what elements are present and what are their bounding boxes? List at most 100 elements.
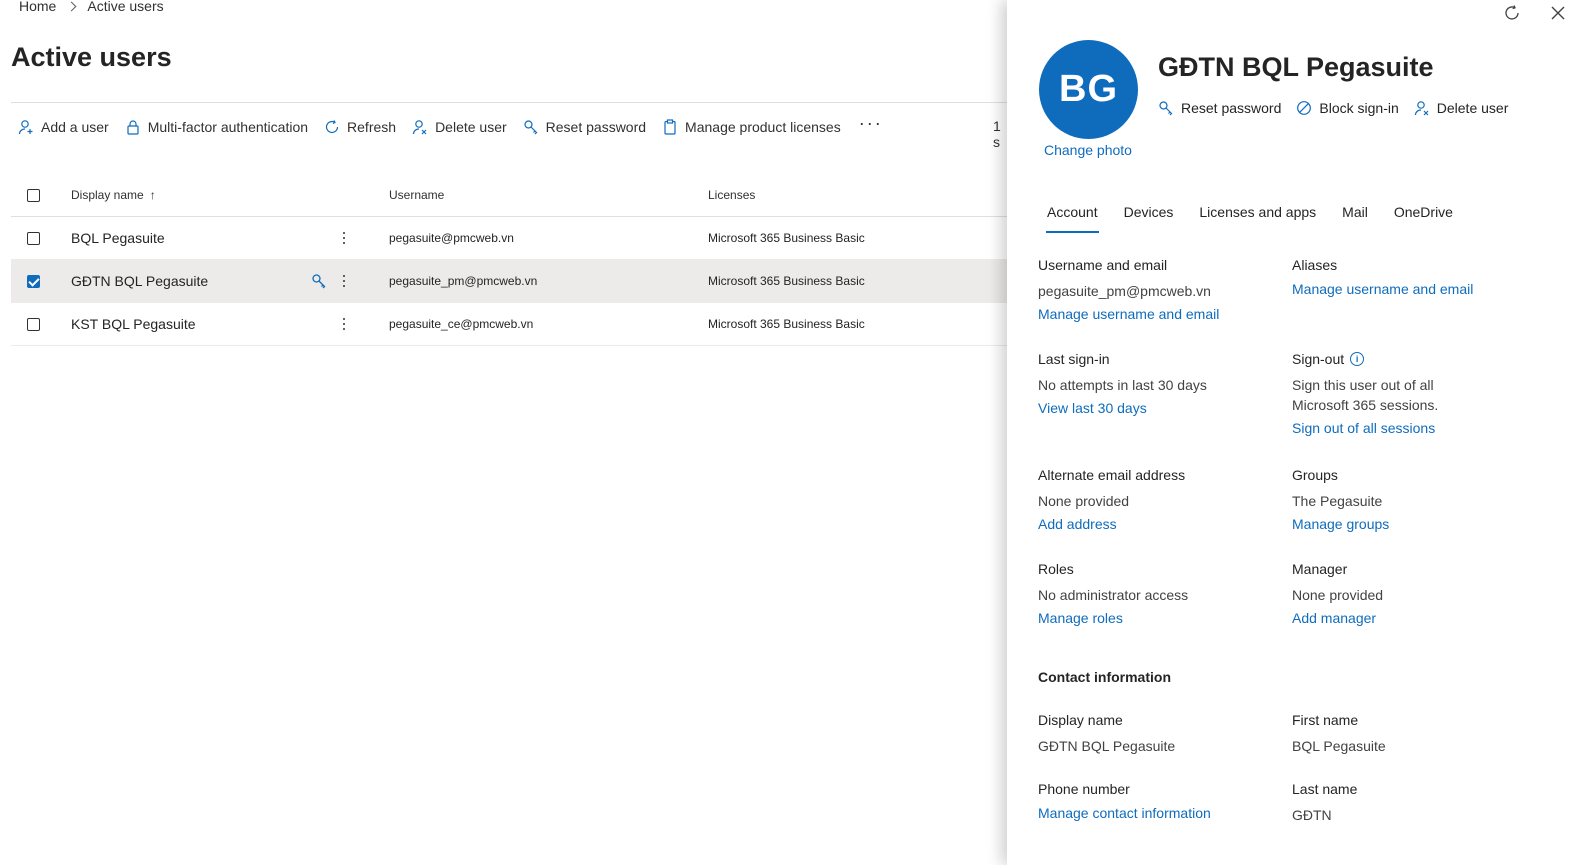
manage-contact-info-link[interactable]: Manage contact information — [1038, 805, 1278, 821]
panel-reset-password-button[interactable]: Reset password — [1158, 100, 1281, 116]
change-photo-link[interactable]: Change photo — [1044, 142, 1132, 158]
refresh-icon[interactable] — [1503, 4, 1521, 22]
last-signin-field: Last sign-in No attempts in last 30 days… — [1038, 351, 1278, 416]
mfa-button[interactable]: Multi-factor authentication — [125, 119, 308, 135]
breadcrumb: Home Active users — [19, 0, 164, 14]
row-display-name: GĐTN BQL Pegasuite — [71, 273, 389, 289]
more-options-icon[interactable] — [343, 232, 346, 244]
main-content: Home Active users Active users Add a use… — [0, 0, 1010, 865]
aliases-field: Aliases Manage username and email — [1292, 257, 1532, 297]
delete-user-button[interactable]: Delete user — [412, 119, 507, 135]
user-actions: Reset password Block sign-in Delete user — [1158, 100, 1523, 116]
last-name-field: Last name GĐTN — [1292, 781, 1532, 830]
row-check-cell — [11, 317, 71, 331]
breadcrumb-current: Active users — [87, 0, 164, 14]
row-checkbox[interactable] — [27, 317, 40, 331]
field-label: Aliases — [1292, 257, 1338, 273]
manage-username-link[interactable]: Manage username and email — [1038, 306, 1278, 322]
refresh-label: Refresh — [347, 119, 397, 135]
block-icon — [1297, 101, 1312, 115]
remove-person-icon — [412, 120, 427, 135]
close-icon[interactable] — [1551, 6, 1565, 20]
row-checkbox[interactable] — [27, 231, 40, 245]
field-label: Username and email — [1038, 257, 1168, 273]
column-header-display-name[interactable]: Display name ↑ — [71, 188, 389, 202]
refresh-icon — [325, 120, 339, 134]
field-value: GĐTN BQL Pegasuite — [1038, 738, 1176, 754]
user-display-name[interactable]: KST BQL Pegasuite — [71, 316, 196, 332]
manage-roles-link[interactable]: Manage roles — [1038, 610, 1278, 626]
sign-out-all-sessions-link[interactable]: Sign out of all sessions — [1292, 420, 1442, 436]
field-value: None provided — [1292, 587, 1384, 603]
user-display-name[interactable]: GĐTN BQL Pegasuite — [71, 273, 208, 289]
tab-account[interactable]: Account — [1046, 204, 1099, 233]
add-user-button[interactable]: Add a user — [18, 119, 109, 135]
divider — [11, 102, 1010, 103]
refresh-button[interactable]: Refresh — [324, 119, 396, 135]
table-row[interactable]: GĐTN BQL Pegasuite pegasuite_pm@pmcweb.v… — [11, 260, 1010, 303]
panel-controls — [1503, 4, 1565, 22]
username-email-field: Username and email pegasuite_pm@pmcweb.v… — [1038, 257, 1278, 322]
first-name-field: First name BQL Pegasuite — [1292, 712, 1532, 761]
avatar[interactable]: BG — [1039, 40, 1138, 139]
manage-licenses-button[interactable]: Manage product licenses — [662, 119, 841, 135]
panel-tabs: Account Devices Licenses and apps Mail O… — [1046, 204, 1479, 233]
add-address-link[interactable]: Add address — [1038, 516, 1278, 532]
tab-onedrive[interactable]: OneDrive — [1394, 204, 1453, 230]
field-value: No attempts in last 30 days — [1038, 377, 1207, 393]
display-name-header-label: Display name — [71, 188, 144, 202]
manage-aliases-link[interactable]: Manage username and email — [1292, 281, 1532, 297]
tab-licenses-and-apps[interactable]: Licenses and apps — [1199, 204, 1316, 230]
key-icon — [1159, 101, 1173, 116]
field-label: Manager — [1292, 561, 1348, 577]
field-value: pegasuite_pm@pmcweb.vn — [1038, 283, 1211, 299]
field-label: Last name — [1292, 781, 1358, 797]
delete-user-label: Delete user — [1436, 100, 1509, 116]
tab-devices[interactable]: Devices — [1124, 204, 1174, 230]
more-actions-button[interactable]: ··· — [859, 113, 883, 134]
toolbar: Add a user Multi-factor authentication R… — [18, 113, 883, 140]
table-row[interactable]: KST BQL Pegasuite pegasuite_ce@pmcweb.vn… — [11, 303, 1010, 346]
column-header-licenses[interactable]: Licenses — [708, 188, 1008, 202]
more-options-icon[interactable] — [343, 275, 346, 287]
select-all-cell — [11, 188, 71, 202]
table-row[interactable]: BQL Pegasuite pegasuite@pmcweb.vn Micros… — [11, 217, 1010, 260]
field-label: Groups — [1292, 467, 1338, 483]
more-options-icon[interactable] — [343, 318, 346, 330]
field-value: BQL Pegasuite — [1292, 738, 1386, 754]
contact-info-heading: Contact information — [1038, 669, 1171, 685]
row-username: pegasuite@pmcweb.vn — [389, 231, 514, 245]
groups-field: Groups The Pegasuite Manage groups — [1292, 467, 1532, 532]
field-label: Phone number — [1038, 781, 1130, 797]
select-all-checkbox[interactable] — [27, 188, 40, 202]
mfa-label: Multi-factor authentication — [147, 119, 309, 135]
phone-number-field: Phone number Manage contact information — [1038, 781, 1278, 821]
column-header-username[interactable]: Username — [389, 188, 708, 202]
remove-person-icon — [1414, 101, 1429, 116]
user-details-panel: BG Change photo GĐTN BQL Pegasuite Reset… — [1007, 0, 1575, 865]
row-checkbox[interactable] — [27, 274, 40, 288]
info-icon[interactable]: i — [1350, 352, 1365, 366]
tab-mail[interactable]: Mail — [1342, 204, 1368, 230]
sort-ascending-icon: ↑ — [149, 188, 156, 202]
breadcrumb-home[interactable]: Home — [19, 0, 56, 14]
alternate-email-field: Alternate email address None provided Ad… — [1038, 467, 1278, 532]
field-label: Roles — [1038, 561, 1074, 577]
row-license: Microsoft 365 Business Basic — [708, 317, 865, 331]
manage-licenses-label: Manage product licenses — [685, 119, 841, 135]
field-value: GĐTN — [1292, 807, 1332, 823]
reset-password-button[interactable]: Reset password — [523, 119, 646, 135]
panel-delete-user-button[interactable]: Delete user — [1414, 100, 1509, 116]
display-name-field: Display name GĐTN BQL Pegasuite — [1038, 712, 1278, 761]
field-value: The Pegasuite — [1292, 493, 1383, 509]
add-user-label: Add a user — [41, 119, 109, 135]
manage-groups-link[interactable]: Manage groups — [1292, 516, 1532, 532]
key-icon[interactable] — [311, 273, 327, 289]
block-signin-button[interactable]: Block sign-in — [1296, 100, 1399, 116]
user-display-name[interactable]: BQL Pegasuite — [71, 230, 165, 246]
row-username: pegasuite_pm@pmcweb.vn — [389, 274, 538, 288]
view-last-30-days-link[interactable]: View last 30 days — [1038, 400, 1278, 416]
row-username: pegasuite_ce@pmcweb.vn — [389, 317, 534, 331]
add-manager-link[interactable]: Add manager — [1292, 610, 1532, 626]
row-license: Microsoft 365 Business Basic — [708, 274, 865, 288]
